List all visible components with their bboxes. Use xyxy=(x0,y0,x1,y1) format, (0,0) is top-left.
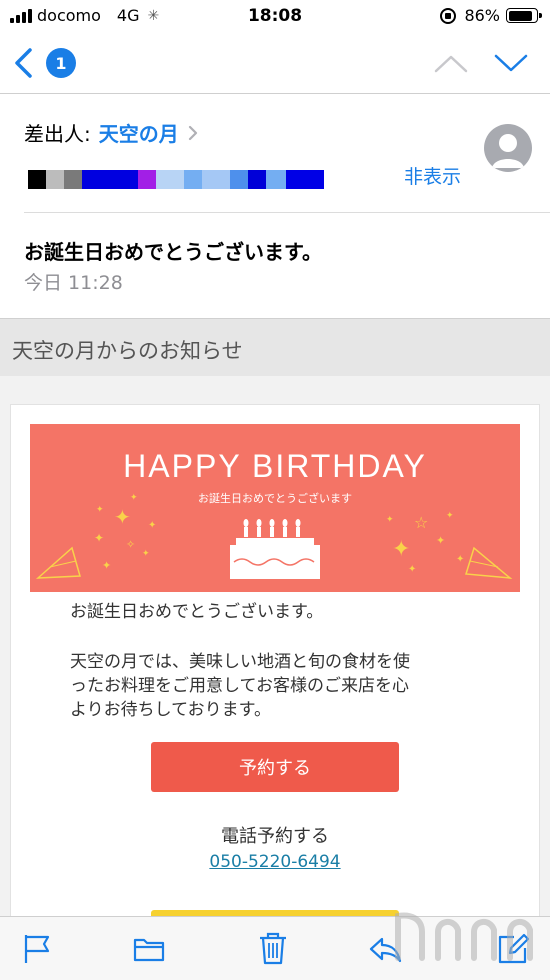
battery-fill xyxy=(508,10,532,21)
body-line-3: よりお待ちしております。 xyxy=(70,700,271,720)
redaction-block xyxy=(184,170,202,189)
body-line-2: ったお料理をご用意してお客様のご来店を心 xyxy=(70,676,409,696)
redaction-block xyxy=(64,170,82,189)
body-line-1: 天空の月では、美味しい地酒と旬の食材を使 xyxy=(70,652,410,672)
divider xyxy=(24,212,550,213)
redaction-block xyxy=(28,170,46,189)
svg-text:☆: ☆ xyxy=(414,513,428,532)
unread-badge: 1 xyxy=(46,48,76,78)
section-title: 天空の月からのお知らせ xyxy=(12,339,243,363)
next-message-icon[interactable] xyxy=(492,50,530,76)
chevron-right-icon xyxy=(188,125,197,140)
reserve-button[interactable]: 予約する xyxy=(151,742,399,792)
status-right: 86% xyxy=(440,6,542,25)
status-bar: docomo 4G ✳ 18:08 86% xyxy=(0,0,550,32)
svg-text:✦: ✦ xyxy=(456,554,464,565)
greeting-text: お誕生日おめでとうございます。 xyxy=(70,602,324,622)
redaction-block xyxy=(286,170,324,189)
birthday-banner: ✦ ✦ ✧ ✦ ✦ ✦ ✦ ✦ ☆ ✦ ✦ ✦ ✦ ✦ ✦ HAPPY BIRT… xyxy=(30,424,520,592)
hide-details-link[interactable]: 非表示 xyxy=(404,162,461,189)
svg-text:✦: ✦ xyxy=(96,505,104,515)
previous-message-icon[interactable] xyxy=(432,50,470,76)
battery-icon xyxy=(506,8,542,23)
svg-text:✦: ✦ xyxy=(94,531,104,545)
redaction-block xyxy=(248,170,266,189)
avatar[interactable] xyxy=(484,124,532,172)
redaction-block xyxy=(230,170,248,189)
section-header: 天空の月からのお知らせ xyxy=(0,318,550,376)
person-icon xyxy=(492,134,524,168)
svg-text:✦: ✦ xyxy=(436,534,445,547)
sender-name[interactable]: 天空の月 xyxy=(99,118,179,147)
chevron-left-icon xyxy=(15,48,32,78)
svg-text:✦: ✦ xyxy=(102,559,111,572)
nav-bar: 1 xyxy=(0,32,550,94)
redacted-recipient xyxy=(28,170,324,189)
trash-icon[interactable] xyxy=(256,931,290,965)
redaction-block xyxy=(156,170,184,189)
phone-reserve-label: 電話予約する xyxy=(221,826,329,847)
banner-subtitle: お誕生日おめでとうございます xyxy=(198,492,352,505)
party-hat-right-icon xyxy=(465,546,513,579)
redaction-block xyxy=(138,170,156,189)
svg-text:✦: ✦ xyxy=(408,564,416,575)
watermark-logo xyxy=(395,912,533,961)
orientation-lock-icon xyxy=(440,7,457,24)
flag-icon[interactable] xyxy=(20,931,54,965)
svg-text:✦: ✦ xyxy=(392,537,410,562)
svg-text:✦: ✦ xyxy=(386,515,394,525)
svg-text:✦: ✦ xyxy=(142,549,150,559)
back-button[interactable]: 1 xyxy=(10,46,76,80)
email-date: 今日 11:28 xyxy=(24,272,123,294)
battery-percent: 86% xyxy=(464,6,500,25)
redaction-block xyxy=(202,170,230,189)
sender-row[interactable]: 差出人: 天空の月 xyxy=(24,118,199,147)
redaction-block xyxy=(266,170,286,189)
svg-text:✦: ✦ xyxy=(114,505,131,529)
svg-text:✦: ✦ xyxy=(148,520,156,531)
sparkle-right-icon: ☆ ✦ ✦ ✦ ✦ ✦ ✦ xyxy=(386,511,464,575)
birthday-cake-icon xyxy=(230,519,320,579)
banner-title: HAPPY BIRTHDAY xyxy=(123,448,427,484)
party-hat-left-icon xyxy=(35,546,81,579)
redaction-block xyxy=(110,170,138,189)
svg-text:✧: ✧ xyxy=(126,538,135,551)
redaction-block xyxy=(46,170,64,189)
email-subject: お誕生日おめでとうございます。 xyxy=(24,240,322,264)
redaction-block xyxy=(82,170,110,189)
sender-label: 差出人: xyxy=(24,122,91,146)
svg-text:✦: ✦ xyxy=(446,511,454,521)
phone-number-link[interactable]: 050-5220-6494 xyxy=(0,852,550,872)
folder-icon[interactable] xyxy=(132,931,166,965)
